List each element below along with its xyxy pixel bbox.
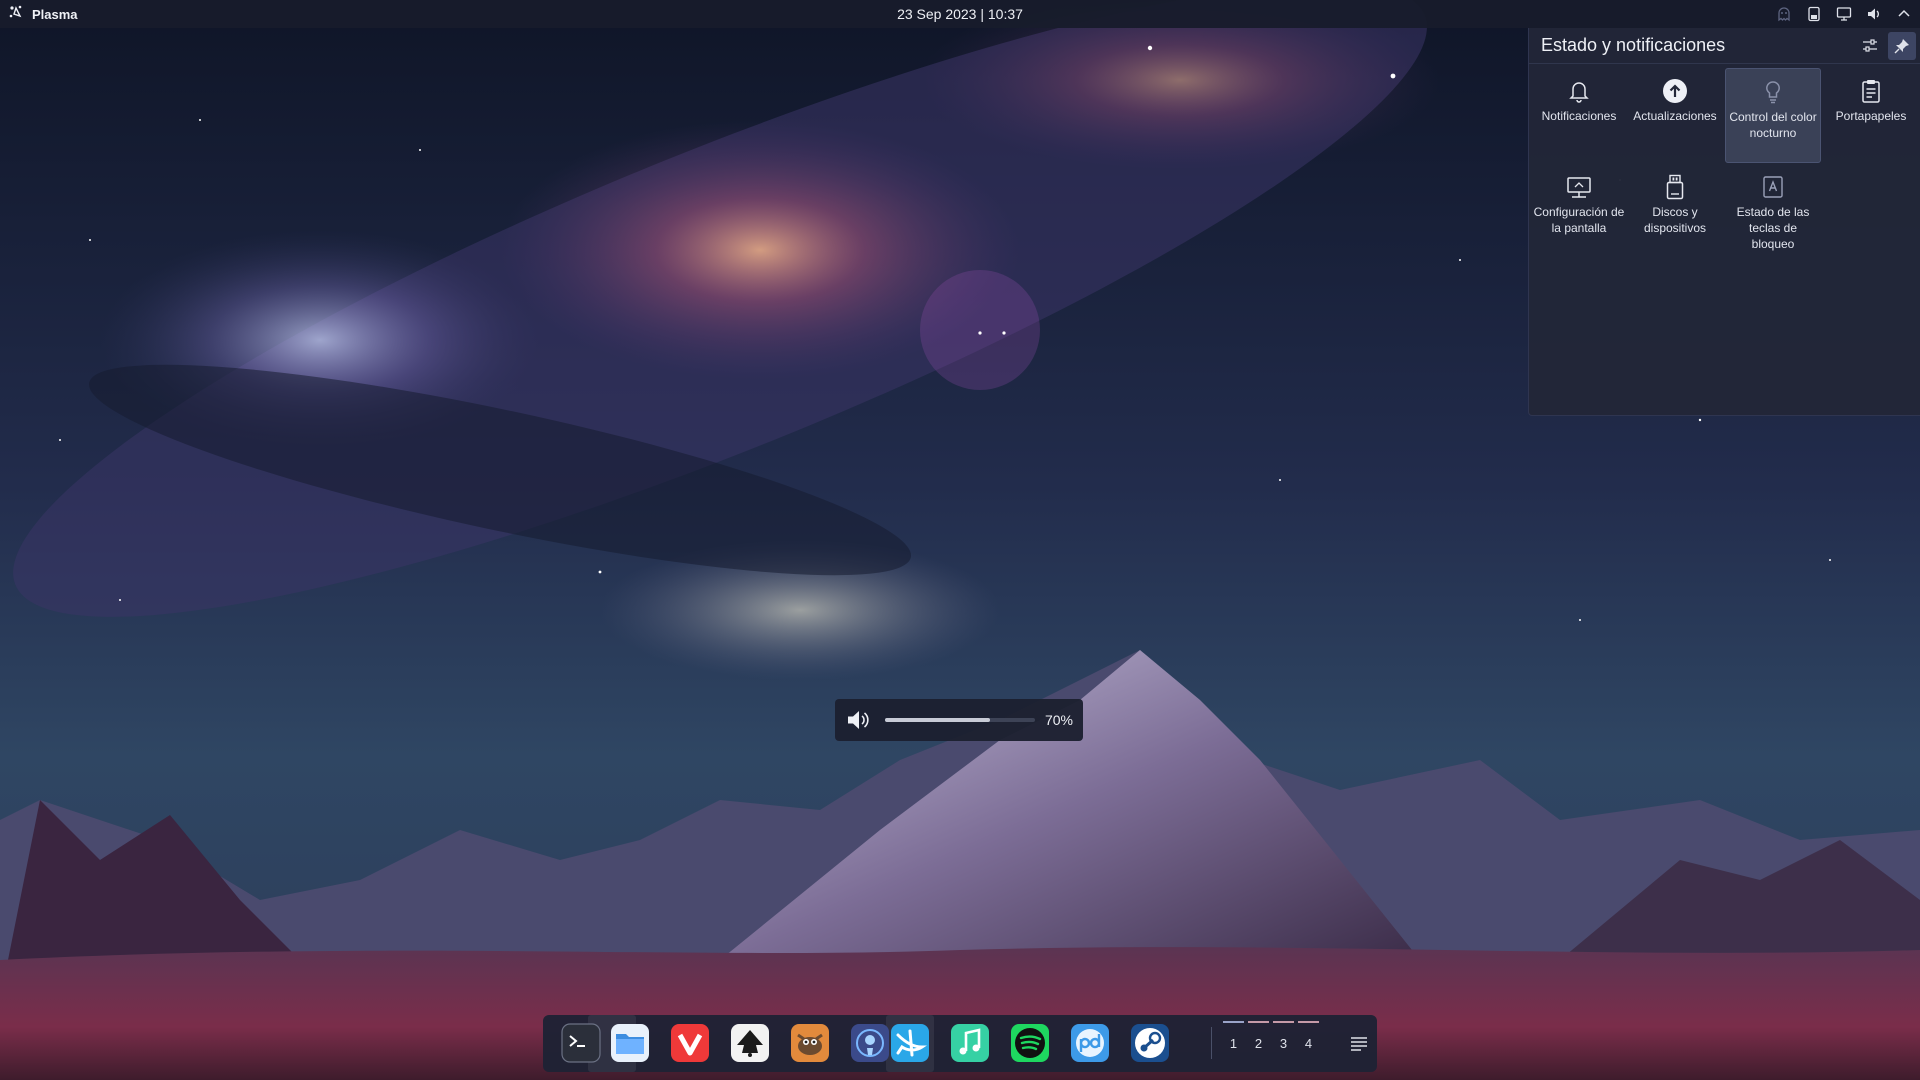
- tile-label: Actualizaciones: [1633, 109, 1717, 123]
- plasma-logo-icon: [8, 4, 24, 25]
- tile-label: Configuración de la pantalla: [1533, 205, 1625, 235]
- terminal-app-icon[interactable]: [561, 1023, 601, 1063]
- bell-icon: [1566, 78, 1592, 104]
- tile-label: Estado de las teclas de bloqueo: [1736, 205, 1810, 251]
- popup-title: Estado y notificaciones: [1541, 35, 1726, 55]
- launcher-label: Plasma: [32, 6, 78, 22]
- display-icon[interactable]: [1834, 4, 1854, 24]
- dock-separator: [1211, 1027, 1212, 1059]
- music-app-icon[interactable]: [950, 1023, 990, 1063]
- desktop-4[interactable]: 4: [1296, 1015, 1321, 1072]
- clipboard-icon: [1858, 78, 1884, 104]
- vivaldi-app-icon[interactable]: [670, 1023, 710, 1063]
- tile-label: Discos y dispositivos: [1643, 205, 1707, 235]
- tile-lock-keys[interactable]: Estado de las teclas de bloqueo: [1725, 164, 1821, 259]
- spotify-app-icon[interactable]: [1010, 1023, 1050, 1063]
- tile-updates[interactable]: Actualizaciones: [1627, 68, 1723, 163]
- status-notifications-popup: Estado y notificaciones Notificaciones A…: [1528, 28, 1920, 416]
- tile-display-settings[interactable]: Configuración de la pantalla: [1531, 164, 1627, 259]
- configure-button[interactable]: [1856, 32, 1884, 60]
- digital-clock[interactable]: 23 Sep 2023 | 10:37: [840, 0, 1080, 28]
- tile-notifications[interactable]: Notificaciones: [1531, 68, 1627, 163]
- keyboard-lock-icon: [1760, 174, 1786, 200]
- system-tray: [1774, 0, 1914, 28]
- top-panel: Plasma 23 Sep 2023 | 10:37: [0, 0, 1920, 28]
- desktop-3[interactable]: 3: [1271, 1015, 1296, 1072]
- ghost-icon[interactable]: [1774, 4, 1794, 24]
- update-icon: [1662, 78, 1688, 104]
- sliders-icon: [1863, 38, 1877, 52]
- volume-slider-fill: [885, 718, 990, 722]
- application-launcher[interactable]: Plasma: [0, 0, 78, 28]
- virtual-desktop-pager: 1 2 3 4: [1221, 1015, 1321, 1072]
- steam-app-icon[interactable]: [1130, 1023, 1170, 1063]
- tile-label: Portapapeles: [1835, 109, 1907, 123]
- monitor-icon: [1566, 174, 1592, 200]
- volume-icon[interactable]: [1864, 4, 1884, 24]
- task-dock: 1 2 3 4: [543, 1015, 1377, 1072]
- lightbulb-icon: [1760, 79, 1786, 105]
- pin-button[interactable]: [1888, 31, 1916, 60]
- tile-clipboard[interactable]: Portapapeles: [1823, 68, 1919, 163]
- chevron-up-icon[interactable]: [1894, 4, 1914, 24]
- tile-label: Notificaciones: [1541, 109, 1617, 123]
- speaker-icon: [845, 707, 871, 733]
- volume-value: 70%: [1044, 712, 1073, 728]
- dock-menu-button[interactable]: [1347, 1032, 1371, 1056]
- volume-osd: 70%: [835, 699, 1083, 741]
- tile-disks-devices[interactable]: Discos y dispositivos: [1627, 164, 1723, 259]
- gimp-app-icon[interactable]: [790, 1023, 830, 1063]
- tile-label: Control del color nocturno: [1729, 110, 1817, 140]
- files-app-icon[interactable]: [610, 1023, 650, 1063]
- qbittorrent-app-icon[interactable]: [1070, 1023, 1110, 1063]
- desktop-2[interactable]: 2: [1246, 1015, 1271, 1072]
- usb-drive-icon: [1662, 174, 1688, 200]
- podcast-app-icon[interactable]: [850, 1023, 890, 1063]
- battery-device-icon[interactable]: [1804, 4, 1824, 24]
- swift-app-icon[interactable]: [890, 1023, 930, 1063]
- hamburger-icon: [1351, 1037, 1367, 1051]
- popup-header: Estado y notificaciones: [1529, 28, 1920, 64]
- tile-night-color[interactable]: Control del color nocturno: [1725, 68, 1821, 163]
- pin-icon: [1894, 38, 1909, 53]
- desktop-1[interactable]: 1: [1221, 1015, 1246, 1072]
- volume-slider[interactable]: [885, 718, 1035, 722]
- inkscape-app-icon[interactable]: [730, 1023, 770, 1063]
